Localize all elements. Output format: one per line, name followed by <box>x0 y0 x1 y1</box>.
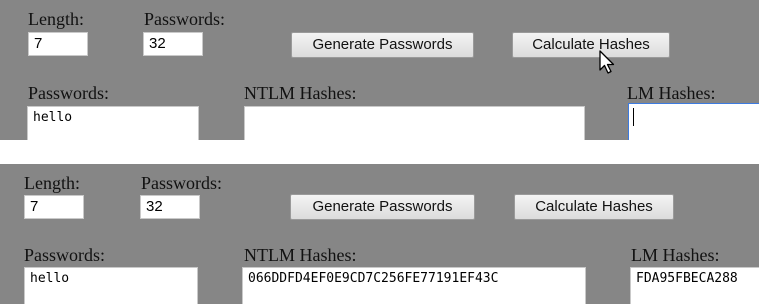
generate-passwords-button[interactable]: Generate Passwords <box>291 32 474 58</box>
passwords-textarea[interactable]: hello <box>24 267 198 304</box>
passwords-count-input[interactable]: 32 <box>143 32 203 56</box>
calculate-hashes-button[interactable]: Calculate Hashes <box>512 32 670 58</box>
passwords-label: Passwords: <box>24 245 106 265</box>
hash-panel-before: Length: Passwords: 7 32 Generate Passwor… <box>0 0 759 140</box>
length-label: Length: <box>28 9 84 29</box>
lm-hashes-textarea[interactable]: FDA95FBECA288 <box>630 267 759 304</box>
hash-panel-after: Length: Passwords: 7 32 Generate Passwor… <box>0 164 759 304</box>
passwords-count-label: Passwords: <box>144 9 226 29</box>
length-input[interactable]: 7 <box>24 195 84 219</box>
ntlm-hashes-label: NTLM Hashes: <box>244 83 357 103</box>
lm-hashes-label: LM Hashes: <box>627 83 716 103</box>
passwords-textarea[interactable]: hello <box>27 106 199 140</box>
generate-passwords-button[interactable]: Generate Passwords <box>290 194 475 220</box>
calculate-hashes-button[interactable]: Calculate Hashes <box>514 194 674 220</box>
passwords-count-input[interactable]: 32 <box>140 195 200 219</box>
length-input[interactable]: 7 <box>28 32 88 56</box>
passwords-label: Passwords: <box>28 83 110 103</box>
text-caret <box>633 108 634 126</box>
ntlm-hashes-label: NTLM Hashes: <box>244 245 357 265</box>
length-label: Length: <box>24 173 80 193</box>
lm-hashes-label: LM Hashes: <box>631 245 720 265</box>
ntlm-hashes-textarea[interactable]: 066DDFD4EF0E9CD7C256FE77191EF43C <box>242 267 586 304</box>
ntlm-hashes-textarea[interactable] <box>244 106 585 140</box>
lm-hashes-textarea[interactable] <box>628 103 759 140</box>
passwords-count-label: Passwords: <box>141 173 223 193</box>
mouse-pointer-icon <box>599 50 615 74</box>
